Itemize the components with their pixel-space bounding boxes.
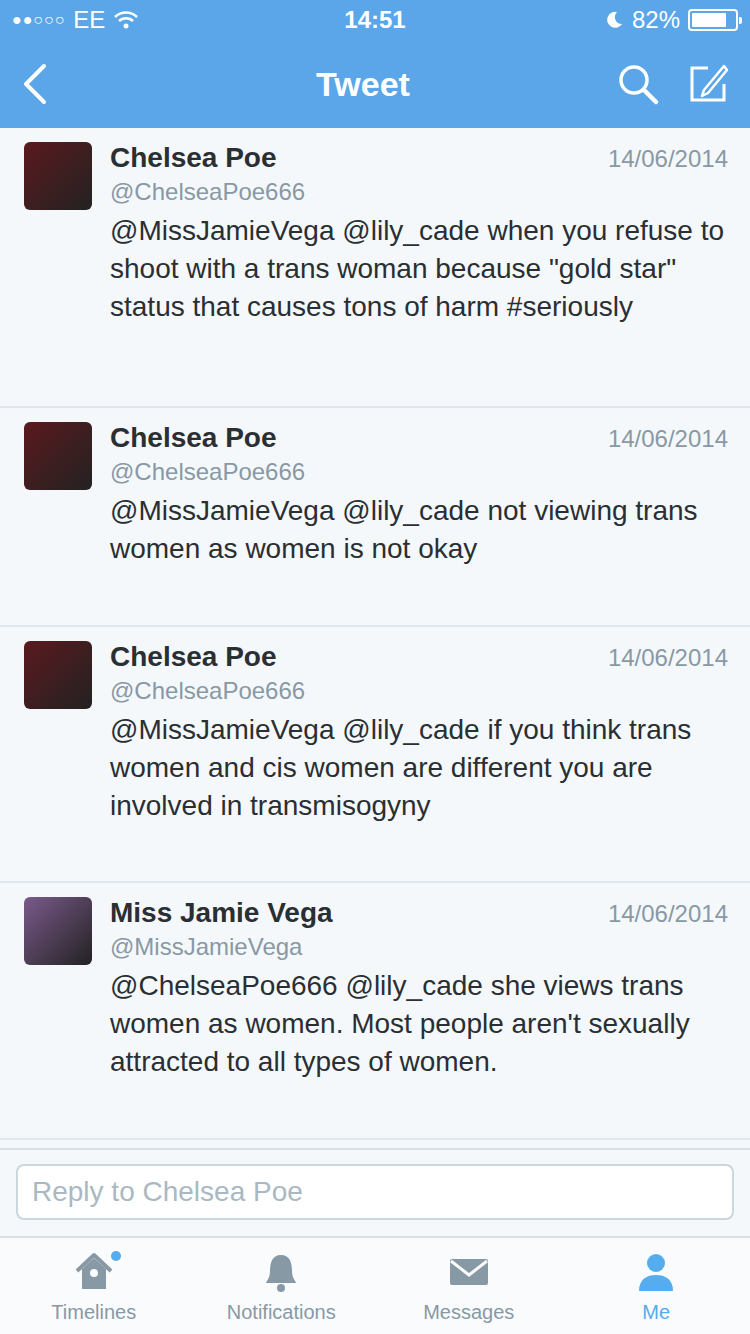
battery-percent: 82% xyxy=(632,6,680,34)
home-icon xyxy=(71,1249,117,1295)
tweet-header: Miss Jamie Vega 14/06/2014 xyxy=(110,897,728,929)
author-name[interactable]: Chelsea Poe xyxy=(110,142,277,174)
tweet-date: 14/06/2014 xyxy=(608,425,728,453)
nav-bar: Tweet xyxy=(0,40,750,128)
search-icon[interactable] xyxy=(616,62,660,106)
envelope-icon xyxy=(446,1249,492,1295)
nav-title: Tweet xyxy=(50,65,616,104)
battery-fill xyxy=(692,13,726,27)
tweet-body: Chelsea Poe 14/06/2014 @ChelseaPoe666 @Miss… xyxy=(110,422,728,605)
tab-icon-wrap xyxy=(633,1249,679,1295)
avatar[interactable] xyxy=(24,142,92,210)
tweet-date: 14/06/2014 xyxy=(608,900,728,928)
tweet-date: 14/06/2014 xyxy=(608,644,728,672)
tweet-list: Chelsea Poe 14/06/2014 @ChelseaPoe666 @Miss… xyxy=(0,128,750,1148)
badge-dot xyxy=(111,1251,121,1261)
tab[interactable]: Messages xyxy=(375,1238,563,1334)
tweet-header: Chelsea Poe 14/06/2014 xyxy=(110,142,728,174)
nav-actions xyxy=(616,62,730,106)
tweet-date: 14/06/2014 xyxy=(608,145,728,173)
author-handle[interactable]: @ChelseaPoe666 xyxy=(110,178,728,206)
author-name[interactable]: Chelsea Poe xyxy=(110,422,277,454)
tweet-text: @MissJamieVega @lily_cade if you think t… xyxy=(110,711,728,825)
header: ●●○○○ EE 14:51 82% Tweet xyxy=(0,0,750,128)
tab[interactable]: Notifications xyxy=(188,1238,376,1334)
clock: 14:51 xyxy=(344,6,405,34)
tweet-text: @ChelseaPoe666 @lily_cade she views tran… xyxy=(110,967,728,1081)
tweet[interactable]: Chelsea Poe 14/06/2014 @ChelseaPoe666 @Miss… xyxy=(0,128,750,408)
tweet[interactable]: Chelsea Poe 14/06/2014 @ChelseaPoe666 @Miss… xyxy=(0,627,750,883)
tweet-header: Chelsea Poe 14/06/2014 xyxy=(110,641,728,673)
signal-strength: ●●○○○ xyxy=(12,11,65,29)
status-left: ●●○○○ EE xyxy=(12,6,344,34)
tab-label[interactable]: Me xyxy=(642,1301,670,1324)
tweet[interactable]: Chelsea Poe 14/06/2014 @ChelseaPoe666 @Miss… xyxy=(0,408,750,627)
author-handle[interactable]: @MissJamieVega xyxy=(110,933,728,961)
tab-bar: Timelines Notifications Messages Me xyxy=(0,1236,750,1334)
reply-bar xyxy=(0,1148,750,1236)
avatar[interactable] xyxy=(24,422,92,490)
tweet-header: Chelsea Poe 14/06/2014 xyxy=(110,422,728,454)
tweet-body: Chelsea Poe 14/06/2014 @ChelseaPoe666 @Miss… xyxy=(110,641,728,861)
author-name[interactable]: Miss Jamie Vega xyxy=(110,897,333,929)
tab-label[interactable]: Timelines xyxy=(51,1301,136,1324)
tab-icon-wrap xyxy=(71,1249,117,1295)
tweet-text: @MissJamieVega @lily_cade not viewing tr… xyxy=(110,492,728,568)
bell-icon xyxy=(258,1249,304,1295)
tweet-body: Miss Jamie Vega 14/06/2014 @MissJamieVega @… xyxy=(110,897,728,1118)
tab-icon-wrap xyxy=(446,1249,492,1295)
tweet-text: @MissJamieVega @lily_cade when you refus… xyxy=(110,212,728,326)
back-icon[interactable] xyxy=(20,62,50,106)
wifi-icon xyxy=(113,10,139,30)
status-right: 82% xyxy=(406,6,738,34)
tab-icon-wrap xyxy=(258,1249,304,1295)
battery-nub xyxy=(739,17,742,24)
author-handle[interactable]: @ChelseaPoe666 xyxy=(110,458,728,486)
tab-label[interactable]: Messages xyxy=(423,1301,514,1324)
tab[interactable]: Timelines xyxy=(0,1238,188,1334)
reply-input[interactable] xyxy=(16,1164,734,1220)
carrier: EE xyxy=(73,6,105,34)
tweet-body: Chelsea Poe 14/06/2014 @ChelseaPoe666 @Miss… xyxy=(110,142,728,386)
tab[interactable]: Me xyxy=(563,1238,750,1334)
status-bar: ●●○○○ EE 14:51 82% xyxy=(0,0,750,40)
battery-icon xyxy=(688,9,738,31)
avatar[interactable] xyxy=(24,641,92,709)
person-icon xyxy=(633,1249,679,1295)
avatar[interactable] xyxy=(24,897,92,965)
compose-icon[interactable] xyxy=(686,62,730,106)
moon-icon xyxy=(604,10,624,30)
author-handle[interactable]: @ChelseaPoe666 xyxy=(110,677,728,705)
author-name[interactable]: Chelsea Poe xyxy=(110,641,277,673)
tab-label[interactable]: Notifications xyxy=(227,1301,336,1324)
tweet[interactable]: Miss Jamie Vega 14/06/2014 @MissJamieVega @… xyxy=(0,883,750,1140)
